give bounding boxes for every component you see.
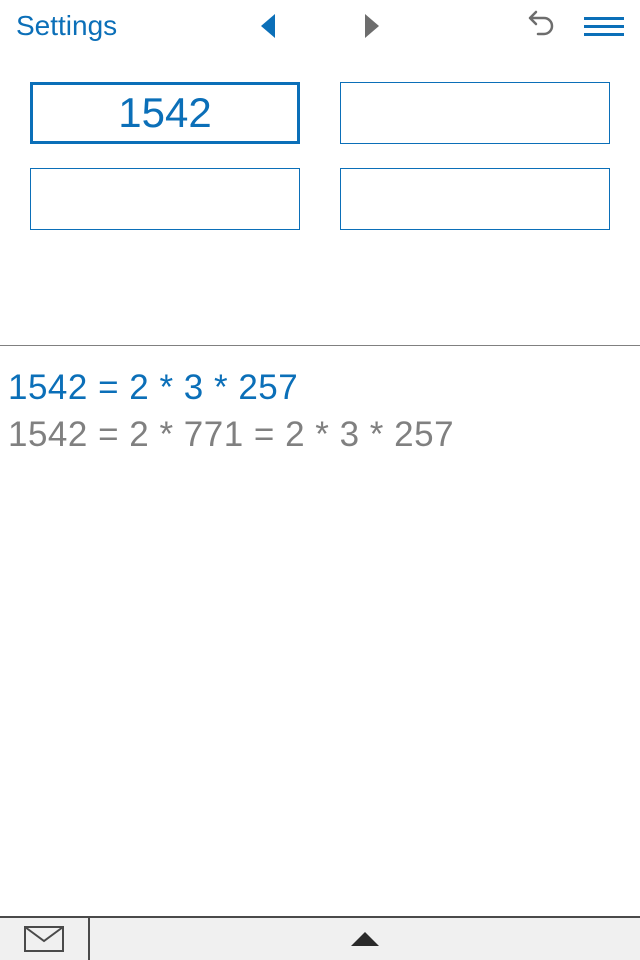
- header: Settings: [0, 0, 640, 52]
- menu-icon[interactable]: [584, 17, 624, 36]
- expand-button[interactable]: [90, 918, 640, 960]
- mail-button[interactable]: [0, 918, 90, 960]
- result-secondary: 1542 = 2 * 771 = 2 * 3 * 257: [8, 411, 632, 458]
- input-box-4[interactable]: [340, 168, 610, 230]
- results-panel: 1542 = 2 * 3 * 257 1542 = 2 * 771 = 2 * …: [0, 345, 640, 477]
- chevron-up-icon: [351, 932, 379, 946]
- result-primary: 1542 = 2 * 3 * 257: [8, 364, 632, 411]
- input-box-2[interactable]: [340, 82, 610, 144]
- input-box-3[interactable]: [30, 168, 300, 230]
- settings-link[interactable]: Settings: [16, 10, 117, 42]
- input-grid: 1542: [0, 52, 640, 230]
- input-box-1[interactable]: 1542: [30, 82, 300, 144]
- mail-icon: [24, 926, 64, 952]
- right-controls: [522, 8, 624, 45]
- undo-icon[interactable]: [522, 8, 554, 45]
- footer: [0, 916, 640, 960]
- next-icon[interactable]: [365, 14, 379, 38]
- prev-icon[interactable]: [261, 14, 275, 38]
